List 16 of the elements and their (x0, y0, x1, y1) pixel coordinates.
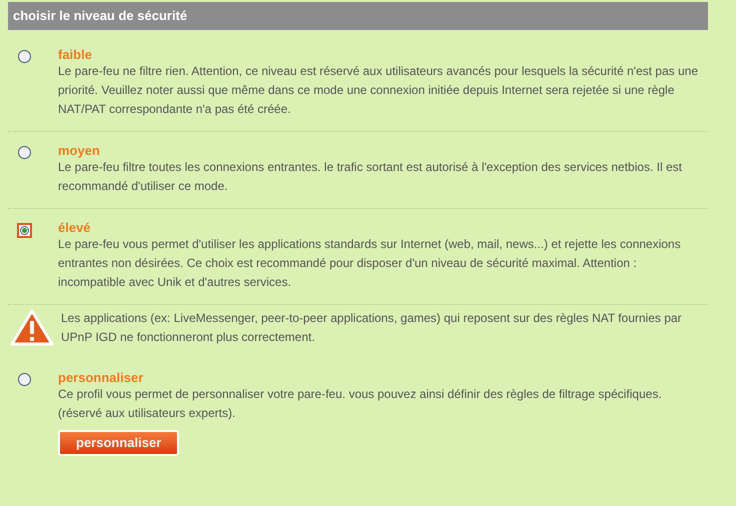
header-bar: choisir le niveau de sécurité (8, 2, 708, 30)
option-description: Le pare-feu vous permet d'utiliser les applications standards sur Internet (web, mail, news...) et rejette les connexions entrantes non désirées. Ce choix est recommandé pour disposer d'un niveau de sécurité maximal. Attention : incompatible avec Unik et d'autres services. (58, 236, 682, 291)
warning-text: Les applications (ex: LiveMessenger, peer-to-peer applications, games) qui reposent sur des règles NAT fournies par UPnP IGD ne fonctionneront plus correctement. (61, 310, 683, 346)
radio-button[interactable] (18, 373, 31, 386)
personalize-button[interactable]: personnaliser (58, 430, 180, 456)
option-label: faible (58, 48, 93, 62)
option-label: personnaliser (58, 371, 144, 385)
radio-button[interactable] (18, 50, 31, 63)
option-label: moyen (58, 144, 101, 158)
radio-button[interactable] (17, 223, 32, 238)
option-label: élevé (58, 221, 92, 235)
option-description: Le pare-feu filtre toutes les connexions entrantes. le trafic sortant est autorisé à l'exception des services netbios. Il est recommandé d'utiliser ce mode. (58, 159, 683, 195)
option-description: Ce profil vous permet de personnaliser votre pare-feu. vous pouvez ainsi définir des règles de filtrage spécifiques. (réservé aux utilisateurs experts). (58, 386, 663, 422)
option-description: Le pare-feu ne filtre rien. Attention, ce niveau est réservé aux utilisateurs avancés pour lesquels la sécurité n'est pas une priorité. Veuillez noter aussi que même dans ce mode une connexion initiée depuis Internet sera rejetée si une règle NAT/PAT correspondante n'a pas été créée. (58, 63, 699, 118)
warning-icon (10, 309, 54, 347)
radio-button[interactable] (18, 146, 31, 159)
